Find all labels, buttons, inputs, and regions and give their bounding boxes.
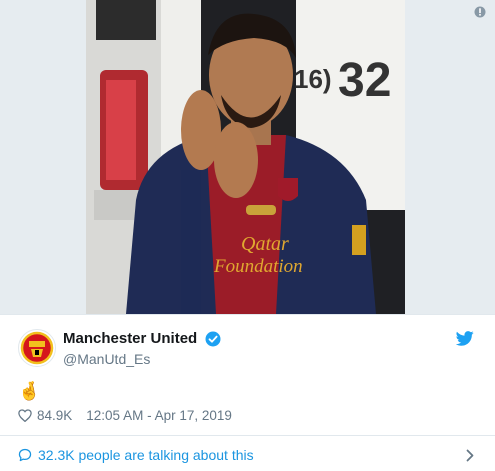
shirt-sponsor-line1: Qatar — [241, 233, 289, 255]
shirt-sponsor-line2: Foundation — [213, 256, 303, 277]
tweet-photo[interactable]: 16) 32 Qatar Foundation — [86, 0, 405, 314]
talking-label: 32.3K people are talking about this — [38, 447, 254, 463]
twitter-bird-icon[interactable] — [456, 331, 474, 346]
verified-badge-icon — [205, 331, 221, 347]
speech-bubble-icon — [18, 448, 32, 462]
van-text: 16) — [294, 64, 332, 94]
chevron-right-icon — [466, 449, 474, 462]
handle[interactable]: @ManUtd_Es — [63, 351, 221, 367]
van-number: 32 — [338, 54, 391, 107]
display-name[interactable]: Manchester United — [63, 330, 197, 347]
info-icon[interactable] — [474, 6, 486, 18]
photo-illustration: 16) 32 Qatar Foundation — [86, 0, 405, 314]
talking-link[interactable]: 32.3K people are talking about this — [18, 444, 478, 466]
avatar[interactable] — [18, 329, 56, 367]
account-names: Manchester United @ManUtd_Es — [63, 330, 221, 367]
heart-icon[interactable] — [18, 408, 32, 422]
tweet-header: Manchester United @ManUtd_Es — [18, 328, 478, 368]
club-crest-icon — [20, 331, 54, 365]
timestamp[interactable]: 12:05 AM - Apr 17, 2019 — [86, 408, 232, 423]
footer-divider — [0, 435, 495, 436]
tweet-meta: 84.9K 12:05 AM - Apr 17, 2019 — [18, 406, 232, 424]
like-count[interactable]: 84.9K — [37, 408, 72, 423]
media-area: 16) 32 Qatar Foundation — [0, 0, 495, 314]
tweet-text: 🤞 — [18, 381, 41, 401]
media-divider — [0, 314, 495, 315]
